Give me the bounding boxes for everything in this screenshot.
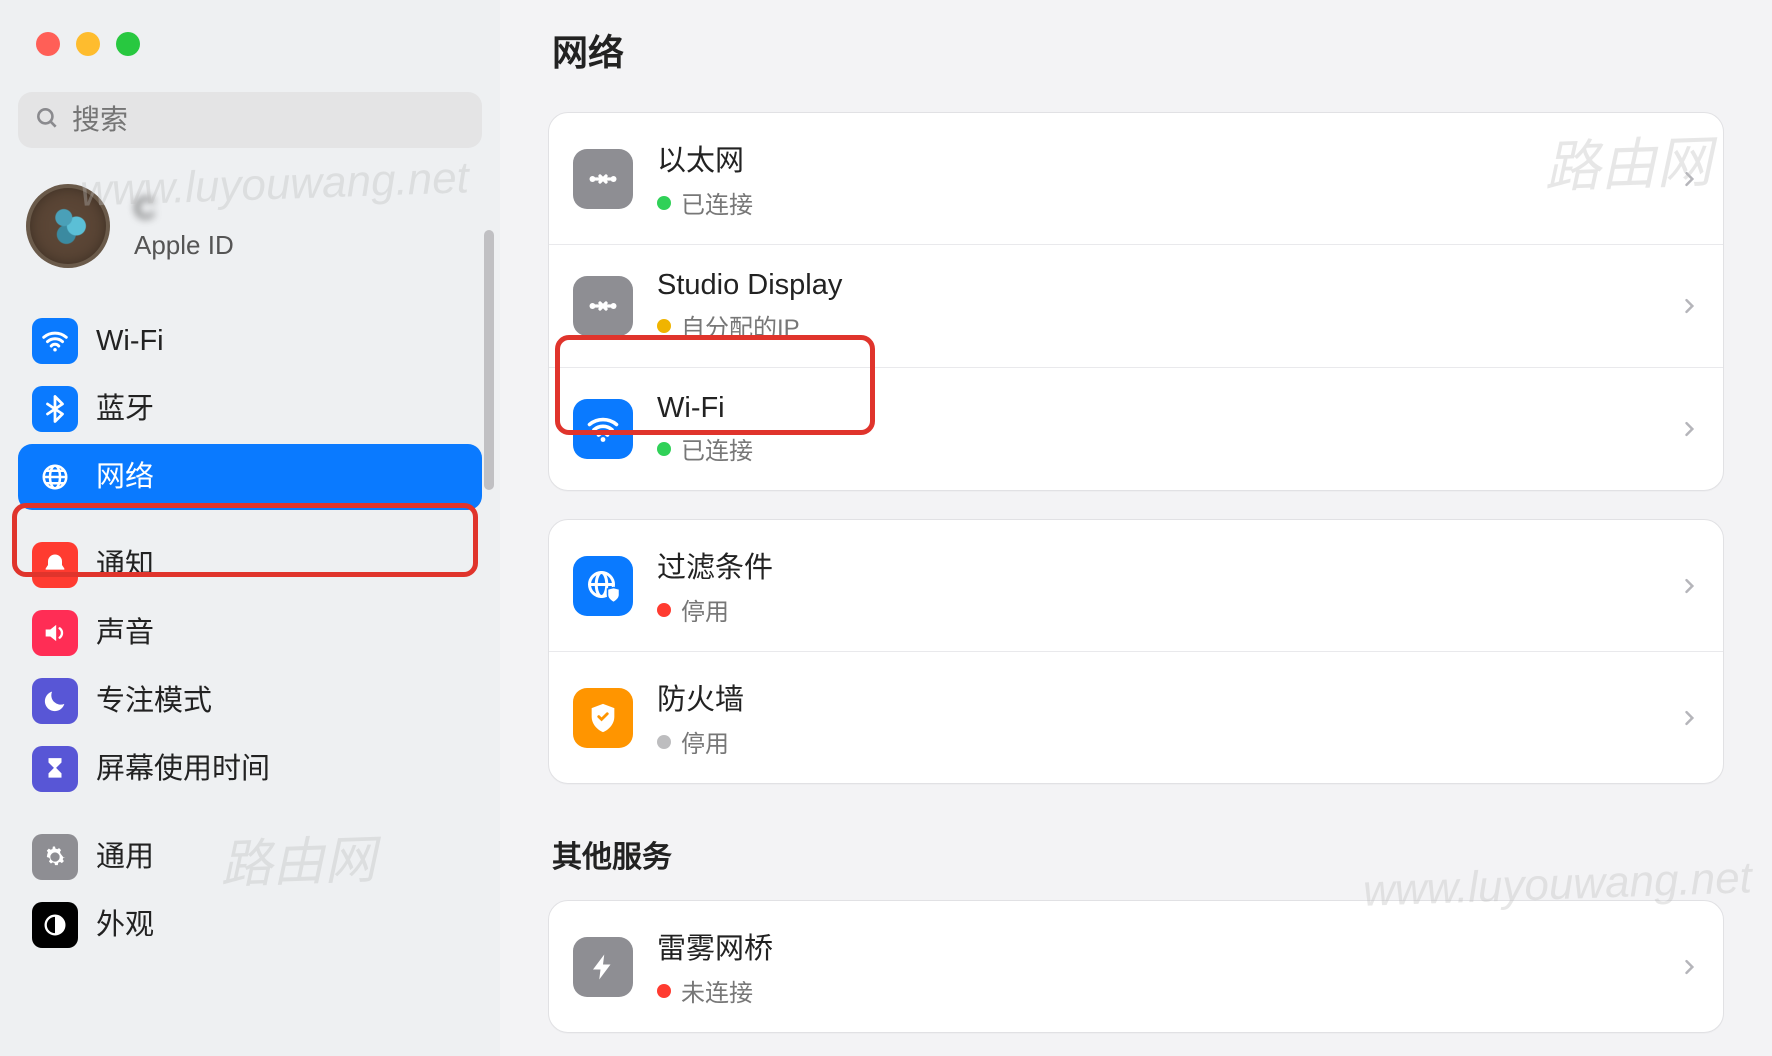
status-dot [657, 735, 671, 749]
sidebar-item-network[interactable]: 网络 [18, 444, 482, 510]
wifi-icon [573, 399, 633, 459]
network-interfaces-card: 以太网 已连接 Studio Display [548, 112, 1724, 491]
account-sub: Apple ID [134, 230, 234, 261]
row-status: 已连接 [657, 185, 753, 220]
window-controls [36, 32, 482, 56]
globe-shield-icon [573, 556, 633, 616]
sidebar-item-label: 蓝牙 [96, 395, 154, 424]
sidebar-item-focus[interactable]: 专注模式 [18, 668, 482, 734]
wifi-icon [32, 318, 78, 364]
avatar [26, 184, 110, 268]
status-dot [657, 442, 671, 456]
row-status: 自分配的IP [657, 308, 842, 343]
sidebar-item-label: 通知 [96, 551, 154, 580]
ethernet-icon [573, 276, 633, 336]
hourglass-icon [32, 746, 78, 792]
status-dot [657, 984, 671, 998]
chevron-right-icon [1679, 571, 1699, 601]
search-input[interactable] [72, 104, 466, 136]
row-title: 防火墙 [657, 676, 744, 718]
row-title: 过滤条件 [657, 544, 773, 586]
firewall-icon [573, 688, 633, 748]
sidebar-item-label: Wi-Fi [96, 327, 164, 356]
search-icon [34, 105, 60, 136]
ethernet-icon [573, 149, 633, 209]
apple-id-row[interactable]: C Apple ID [26, 184, 474, 268]
network-row-studio-display[interactable]: Studio Display 自分配的IP [549, 244, 1723, 367]
sound-icon [32, 610, 78, 656]
bell-icon [32, 542, 78, 588]
gear-icon [32, 834, 78, 880]
close-button[interactable] [36, 32, 60, 56]
network-services-card: 过滤条件 停用 防火墙 停用 [548, 519, 1724, 784]
sidebar-item-label: 专注模式 [96, 687, 212, 716]
row-status: 未连接 [657, 973, 773, 1008]
sidebar-item-label: 外观 [96, 911, 154, 940]
minimize-button[interactable] [76, 32, 100, 56]
network-row-wifi[interactable]: Wi-Fi 已连接 [549, 367, 1723, 490]
sidebar-scrollbar[interactable] [484, 230, 494, 490]
appearance-icon [32, 902, 78, 948]
search-field[interactable] [18, 92, 482, 148]
row-status: 停用 [657, 724, 744, 759]
row-title: Wi-Fi [657, 392, 753, 425]
account-text: C Apple ID [134, 192, 234, 261]
zoom-button[interactable] [116, 32, 140, 56]
network-row-firewall[interactable]: 防火墙 停用 [549, 651, 1723, 783]
sidebar-item-sound[interactable]: 声音 [18, 600, 482, 666]
sidebar-item-bluetooth[interactable]: 蓝牙 [18, 376, 482, 442]
network-row-filters[interactable]: 过滤条件 停用 [549, 520, 1723, 651]
sidebar-item-label: 网络 [96, 463, 154, 492]
row-status: 已连接 [657, 431, 753, 466]
row-title: Studio Display [657, 269, 842, 302]
status-dot [657, 319, 671, 333]
sidebar-item-wifi[interactable]: Wi-Fi [18, 308, 482, 374]
sidebar-list: Wi-Fi 蓝牙 网络 通知 [18, 308, 482, 958]
bolt-icon [573, 937, 633, 997]
row-status: 停用 [657, 592, 773, 627]
chevron-right-icon [1679, 164, 1699, 194]
sidebar-item-notifications[interactable]: 通知 [18, 532, 482, 598]
account-name: C [134, 192, 234, 226]
sidebar-item-screentime[interactable]: 屏幕使用时间 [18, 736, 482, 802]
sidebar-item-label: 屏幕使用时间 [96, 755, 270, 784]
bluetooth-icon [32, 386, 78, 432]
page-title: 网络 [552, 24, 1724, 76]
sidebar-item-appearance[interactable]: 外观 [18, 892, 482, 958]
sidebar-item-label: 声音 [96, 619, 154, 648]
sidebar: C Apple ID Wi-Fi 蓝牙 [0, 0, 500, 1056]
globe-icon [32, 454, 78, 500]
row-title: 雷雾网桥 [657, 925, 773, 967]
status-dot [657, 603, 671, 617]
chevron-right-icon [1679, 952, 1699, 982]
other-services-card: 雷雾网桥 未连接 [548, 900, 1724, 1033]
network-row-thunderbolt-bridge[interactable]: 雷雾网桥 未连接 [549, 901, 1723, 1032]
status-dot [657, 196, 671, 210]
row-title: 以太网 [657, 137, 753, 179]
network-row-ethernet[interactable]: 以太网 已连接 [549, 113, 1723, 244]
chevron-right-icon [1679, 703, 1699, 733]
content-pane: 网络 以太网 已连接 [500, 0, 1772, 1056]
chevron-right-icon [1679, 414, 1699, 444]
chevron-right-icon [1679, 291, 1699, 321]
sidebar-item-general[interactable]: 通用 [18, 824, 482, 890]
sidebar-item-label: 通用 [96, 843, 154, 872]
moon-icon [32, 678, 78, 724]
section-heading-other: 其他服务 [552, 832, 1724, 876]
